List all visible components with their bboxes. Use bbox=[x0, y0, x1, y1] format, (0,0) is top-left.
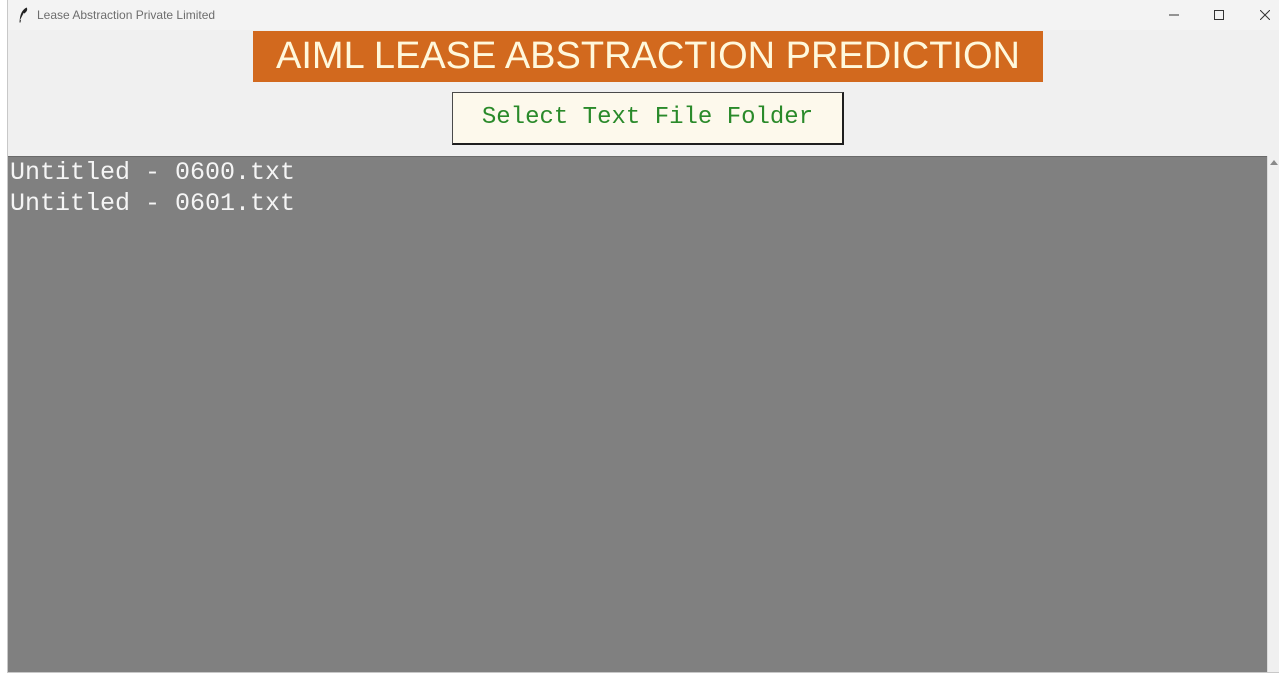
file-list: Untitled - 0600.txt Untitled - 0601.txt bbox=[8, 157, 295, 219]
minimize-icon bbox=[1169, 14, 1179, 16]
feather-icon bbox=[19, 7, 28, 23]
maximize-icon bbox=[1214, 10, 1224, 20]
maximize-button[interactable] bbox=[1196, 0, 1242, 30]
file-list-item: Untitled - 0600.txt bbox=[10, 158, 296, 187]
file-list-item: Untitled - 0601.txt bbox=[10, 189, 296, 218]
minimize-button[interactable] bbox=[1151, 0, 1197, 30]
file-list-textarea[interactable]: Untitled - 0600.txt Untitled - 0601.txt bbox=[8, 156, 1267, 672]
app-banner-title: AIML LEASE ABSTRACTION PREDICTION bbox=[253, 31, 1043, 82]
vertical-scrollbar[interactable] bbox=[1267, 156, 1279, 672]
title-bar[interactable]: Lease Abstraction Private Limited bbox=[8, 0, 1279, 30]
select-text-file-folder-button[interactable]: Select Text File Folder bbox=[452, 92, 844, 145]
close-icon bbox=[1260, 10, 1270, 20]
close-button[interactable] bbox=[1242, 0, 1279, 30]
scroll-up-arrow-icon[interactable] bbox=[1270, 160, 1278, 165]
app-window: Lease Abstraction Private Limited AIML L… bbox=[7, 0, 1279, 673]
window-title: Lease Abstraction Private Limited bbox=[37, 8, 216, 22]
